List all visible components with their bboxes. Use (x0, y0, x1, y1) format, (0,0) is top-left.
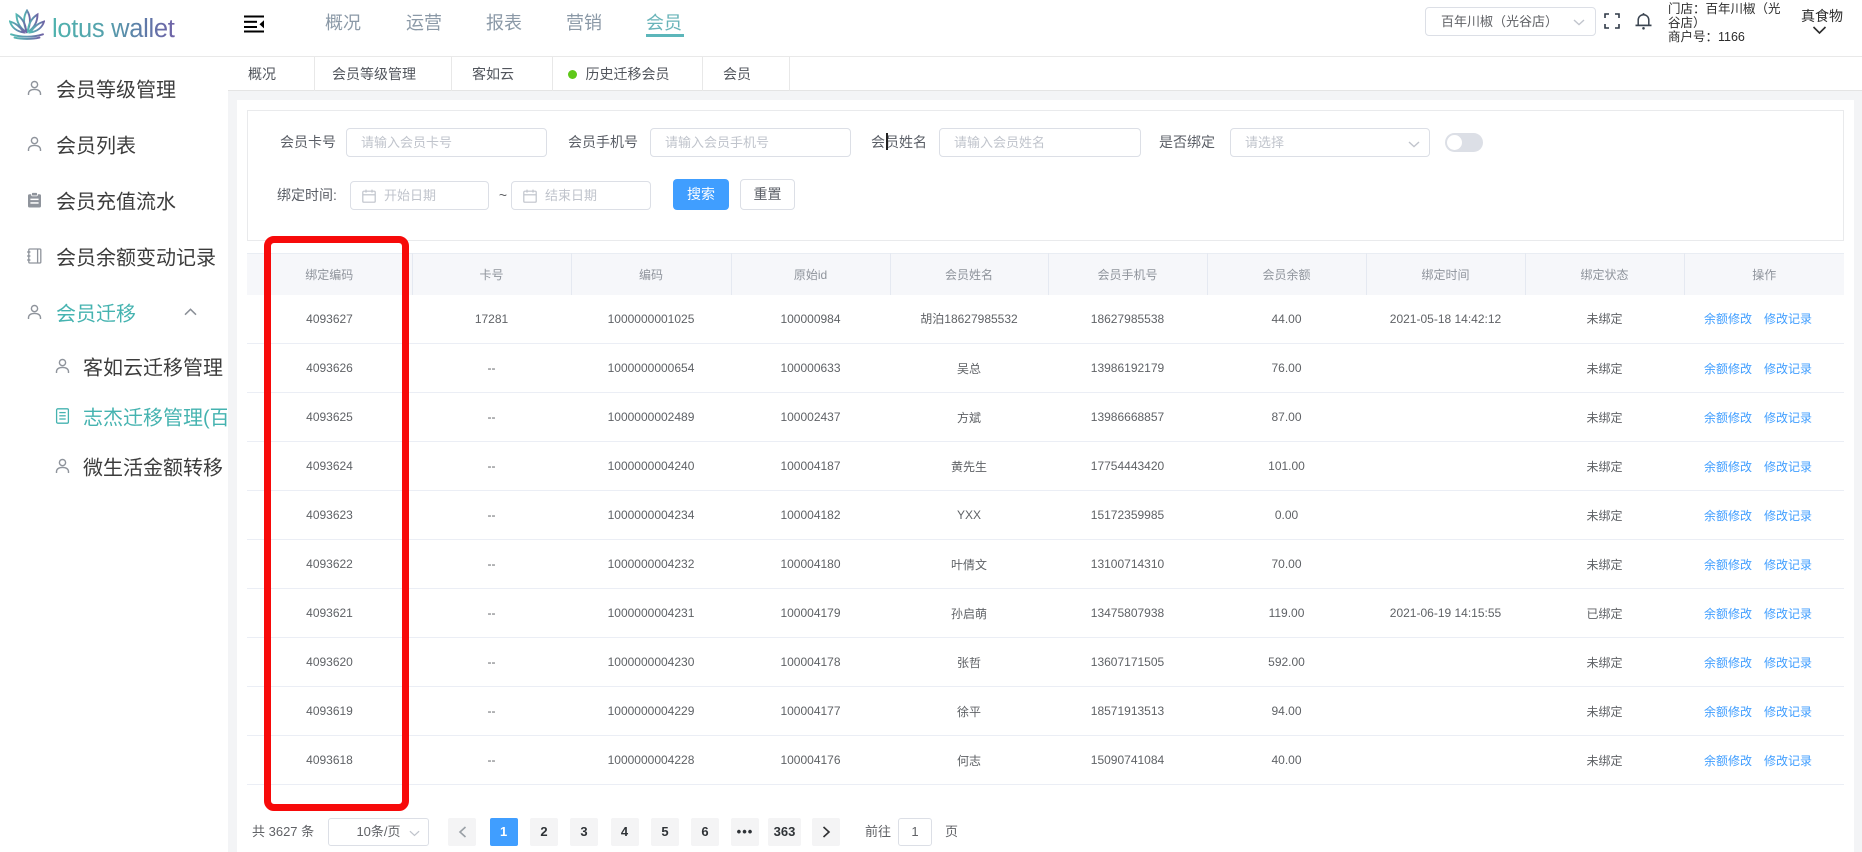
svg-text:lotus wallet: lotus wallet (52, 15, 175, 43)
